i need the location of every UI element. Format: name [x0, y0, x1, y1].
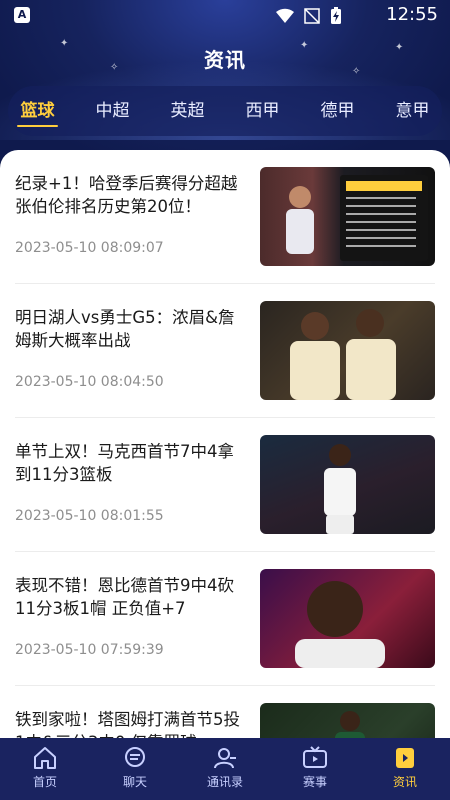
nav-contacts-label: 通讯录 — [206, 775, 243, 789]
news-thumbnail — [260, 569, 435, 668]
news-item[interactable]: 纪录+1！哈登季后赛得分超越张伯伦排名历史第20位！ 2023-05-10 08… — [15, 150, 435, 284]
status-time: 12:55 — [386, 4, 438, 25]
app-badge-icon: A — [14, 7, 30, 23]
news-thumbnail — [260, 301, 435, 400]
news-time: 2023-05-10 08:09:07 — [15, 240, 164, 256]
news-item[interactable]: 铁到家啦！塔图姆打满首节5投1中&三分3中0 仅靠罚球 — [15, 686, 435, 738]
news-thumbnail — [260, 435, 435, 534]
bottom-nav: 首页 聊天 通讯录 赛事 资讯 — [0, 738, 450, 800]
nav-matches[interactable]: 赛事 — [270, 738, 360, 800]
battery-charging-icon — [331, 7, 341, 24]
news-list: 纪录+1！哈登季后赛得分超越张伯伦排名历史第20位！ 2023-05-10 08… — [0, 150, 450, 738]
tv-icon — [303, 746, 327, 768]
signal-off-icon — [304, 8, 320, 24]
news-title: 明日湖人vs勇士G5：浓眉&詹姆斯大概率出战 — [15, 308, 235, 350]
tab-serie-a[interactable]: 意甲 — [375, 86, 450, 136]
wifi-icon — [276, 8, 294, 23]
nav-news-label: 资讯 — [392, 775, 417, 789]
home-icon — [34, 747, 56, 769]
news-title: 纪录+1！哈登季后赛得分超越张伯伦排名历史第20位！ — [15, 174, 238, 216]
news-title: 铁到家啦！塔图姆打满首节5投1中&三分3中0 仅靠罚球 — [15, 710, 240, 738]
nav-home-label: 首页 — [32, 775, 57, 789]
nav-matches-label: 赛事 — [302, 775, 327, 789]
news-title: 单节上双！马克西首节7中4拿到11分3篮板 — [15, 442, 234, 484]
news-time: 2023-05-10 08:04:50 — [15, 374, 164, 390]
news-item[interactable]: 明日湖人vs勇士G5：浓眉&詹姆斯大概率出战 2023-05-10 08:04:… — [15, 284, 435, 418]
news-thumbnail — [260, 703, 435, 738]
contacts-icon — [214, 748, 236, 769]
tab-basketball[interactable]: 篮球 — [0, 86, 75, 136]
news-item[interactable]: 单节上双！马克西首节7中4拿到11分3篮板 2023-05-10 08:01:5… — [15, 418, 435, 552]
nav-home[interactable]: 首页 — [0, 738, 90, 800]
chat-icon — [125, 747, 145, 767]
nav-contacts[interactable]: 通讯录 — [180, 738, 270, 800]
page-title: 资讯 — [204, 48, 246, 72]
category-tabs: 篮球 中超 英超 西甲 德甲 意甲 — [0, 86, 450, 136]
tab-csl[interactable]: 中超 — [75, 86, 150, 136]
news-title: 表现不错！恩比德首节9中4砍11分3板1帽 正负值+7 — [15, 576, 234, 618]
news-icon — [396, 748, 414, 768]
news-item[interactable]: 表现不错！恩比德首节9中4砍11分3板1帽 正负值+7 2023-05-10 0… — [15, 552, 435, 686]
tab-la-liga[interactable]: 西甲 — [225, 86, 300, 136]
tab-premier-league[interactable]: 英超 — [150, 86, 225, 136]
news-thumbnail — [260, 167, 435, 266]
nav-chat[interactable]: 聊天 — [90, 738, 180, 800]
tab-bundesliga[interactable]: 德甲 — [300, 86, 375, 136]
nav-chat-label: 聊天 — [122, 775, 147, 789]
status-bar: A 12:55 — [0, 0, 450, 32]
nav-news[interactable]: 资讯 — [360, 738, 450, 800]
news-time: 2023-05-10 08:01:55 — [15, 508, 164, 524]
news-time: 2023-05-10 07:59:39 — [15, 642, 164, 658]
